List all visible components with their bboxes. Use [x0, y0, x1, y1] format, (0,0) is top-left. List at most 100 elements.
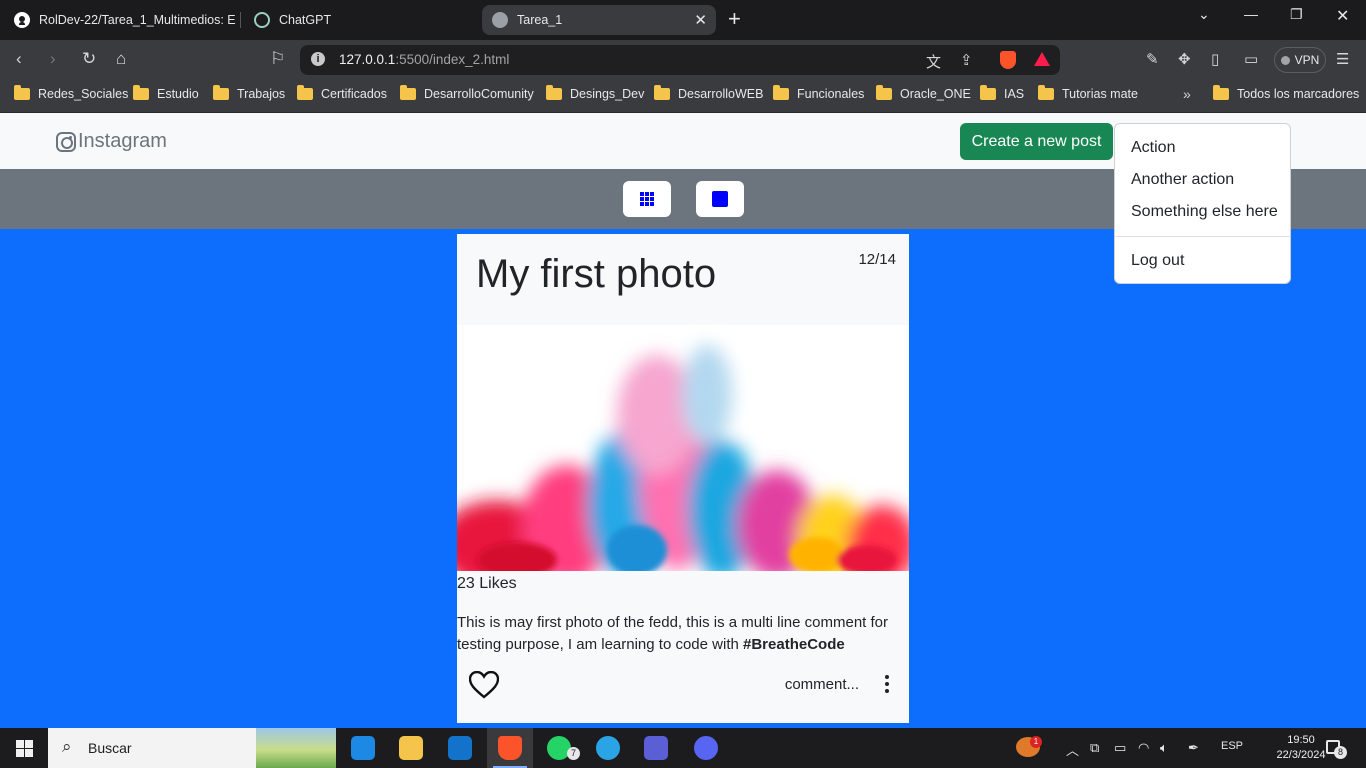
folder-icon — [399, 736, 423, 760]
bookmark-folder[interactable]: Redes_Sociales — [14, 85, 129, 101]
tab-tarea[interactable]: Tarea_1 ✕ — [482, 5, 716, 35]
wifi-icon[interactable]: ◠ — [1138, 740, 1149, 756]
home-icon[interactable]: ⌂ — [116, 49, 126, 69]
folder-icon — [400, 85, 416, 100]
single-view-button[interactable] — [696, 181, 744, 217]
dropdown-item-logout[interactable]: Log out — [1131, 252, 1184, 270]
bookmark-label: IAS — [1004, 87, 1025, 101]
all-bookmarks-folder[interactable]: Todos los marcadores — [1213, 85, 1360, 101]
bookmark-folder[interactable]: Desings_Dev — [546, 85, 644, 101]
bookmark-folder[interactable]: IAS — [980, 85, 1025, 101]
brave-icon — [498, 736, 522, 760]
clipchamp-app[interactable] — [633, 728, 679, 768]
vscode-icon — [351, 736, 375, 760]
telegram-app[interactable] — [585, 728, 631, 768]
tab-label: Tarea_1 — [517, 13, 563, 27]
bookmark-folder[interactable]: Estudio — [133, 85, 199, 101]
eyedropper-icon[interactable]: ✎ — [1146, 50, 1159, 68]
file-explorer-app[interactable] — [388, 728, 434, 768]
folder-icon — [980, 85, 996, 100]
dropdown-item-action[interactable]: Action — [1131, 139, 1175, 157]
notification-badge: 8 — [1334, 746, 1347, 759]
comment-link[interactable]: comment... — [785, 676, 859, 693]
bookmark-folder[interactable]: Certificados — [297, 85, 387, 101]
more-bookmarks-icon[interactable]: » — [1183, 86, 1191, 102]
sidebar-icon[interactable]: ▯ — [1211, 50, 1219, 68]
github-icon — [14, 12, 30, 28]
brave-app[interactable] — [487, 728, 533, 768]
dropdown-item-something-else[interactable]: Something else here — [1131, 203, 1278, 221]
vpn-button[interactable]: VPN — [1274, 47, 1326, 73]
post-counter: 12/14 — [858, 251, 896, 268]
folder-icon — [876, 85, 892, 100]
clock[interactable]: 19:50 22/3/2024 — [1276, 733, 1326, 763]
site-info-icon[interactable]: i — [311, 52, 325, 66]
vpn-status-icon — [1280, 55, 1290, 65]
language-indicator[interactable]: ESP — [1221, 740, 1243, 752]
close-window-button[interactable]: ✕ — [1336, 6, 1349, 26]
bookmark-folder[interactable]: Oracle_ONE — [876, 85, 971, 101]
minimize-button[interactable]: — — [1244, 6, 1258, 22]
whatsapp-badge: 7 — [567, 747, 580, 760]
dropdown-divider — [1115, 236, 1290, 237]
outlook-app[interactable] — [437, 728, 483, 768]
dropdown-item-another-action[interactable]: Another action — [1131, 171, 1234, 189]
reload-icon[interactable]: ↻ — [82, 49, 96, 69]
brand-link[interactable]: Instagram — [56, 130, 167, 153]
search-placeholder: Buscar — [88, 740, 132, 756]
bookmark-label: Funcionales — [797, 87, 865, 101]
menu-icon[interactable]: ☰ — [1336, 50, 1349, 68]
grid-view-button[interactable] — [623, 181, 671, 217]
discord-app[interactable] — [683, 728, 729, 768]
discord-icon — [694, 736, 718, 760]
tab-label: ChatGPT — [279, 13, 332, 27]
tab-chatgpt[interactable]: ChatGPT — [244, 5, 474, 35]
vpn-label: VPN — [1294, 53, 1320, 67]
bookmark-icon[interactable]: ⚐ — [270, 49, 285, 69]
heart-icon[interactable] — [468, 670, 500, 704]
bookmark-folder[interactable]: DesarrolloWEB — [654, 85, 764, 101]
brave-shield-icon[interactable] — [1000, 51, 1016, 69]
bookmark-label: Trabajos — [237, 87, 286, 101]
vscode-app[interactable] — [340, 728, 386, 768]
bookmark-folder[interactable]: Tutorias mate — [1038, 85, 1138, 101]
battery-icon[interactable]: ▭ — [1114, 740, 1126, 756]
wallet-icon[interactable]: ▭ — [1244, 50, 1258, 68]
extensions-icon[interactable]: ✥ — [1178, 50, 1191, 68]
folder-icon — [546, 85, 562, 100]
windows-start-icon[interactable] — [16, 740, 33, 757]
tab-github[interactable]: RolDev-22/Tarea_1_Multimedios: Est — [4, 5, 236, 35]
brave-rewards-icon[interactable] — [1034, 52, 1050, 66]
bookmark-folder[interactable]: Funcionales — [773, 85, 865, 101]
bookmark-label: Oracle_ONE — [900, 87, 971, 101]
browser-toolbar: ‹ › ↻ ⌂ ⚐ i 127.0.0.1:5500/index_2.html … — [0, 40, 1366, 80]
tab-search-icon[interactable]: ⌄ — [1198, 6, 1210, 23]
pen-icon[interactable]: ✒ — [1188, 740, 1199, 756]
back-icon[interactable]: ‹ — [16, 49, 22, 69]
bookmark-label: Redes_Sociales — [38, 87, 129, 101]
kebab-icon[interactable] — [885, 675, 889, 693]
post-card: My first photo 12/14 23 Likes This is ma… — [457, 234, 909, 723]
new-tab-button[interactable]: + — [728, 8, 741, 30]
meet-icon[interactable]: ⧉ — [1090, 740, 1099, 756]
address-bar[interactable]: i 127.0.0.1:5500/index_2.html 文 ⇪ — [300, 45, 1060, 75]
create-post-button[interactable]: Create a new post — [960, 123, 1113, 160]
taskbar-search[interactable]: ⌕ Buscar — [48, 728, 336, 768]
bookmark-label: Todos los marcadores — [1237, 87, 1360, 101]
outlook-icon — [448, 736, 472, 760]
square-icon — [712, 191, 728, 207]
bookmark-label: DesarrolloWEB — [678, 87, 764, 101]
share-icon[interactable]: ⇪ — [960, 51, 973, 69]
post-description: This is may first photo of the fedd, thi… — [457, 612, 905, 656]
bookmark-folder[interactable]: DesarrolloComunity — [400, 85, 534, 101]
restore-button[interactable]: ❐ — [1290, 6, 1303, 23]
translate-icon[interactable]: 文 — [926, 51, 941, 72]
hashtag-link[interactable]: #BreatheCode — [743, 636, 845, 653]
forward-icon[interactable]: › — [50, 49, 56, 69]
chevron-up-icon[interactable]: ︿ — [1066, 740, 1079, 759]
volume-icon[interactable]: 🔈︎ — [1160, 740, 1168, 756]
bookmark-folder[interactable]: Trabajos — [213, 85, 286, 101]
brand-label: Instagram — [78, 130, 167, 152]
search-highlight-image — [256, 728, 336, 768]
close-tab-icon[interactable]: ✕ — [694, 11, 707, 29]
